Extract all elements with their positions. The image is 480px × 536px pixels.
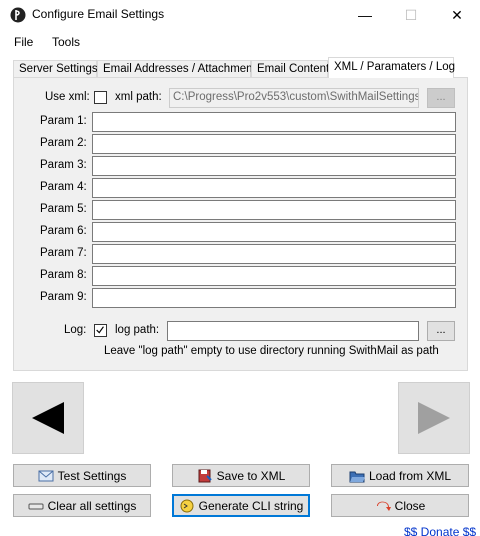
clear-all-settings-button[interactable]: Clear all settings [13,494,151,517]
log-label: Log: [64,324,87,336]
param-4-input[interactable] [92,178,456,198]
tab-server-settings[interactable]: Server Settings [13,60,98,78]
close-button[interactable]: Close [331,494,469,517]
title-bar: Configure Email Settings — ☐ ✕ [0,0,480,30]
tab-email-addresses[interactable]: Email Addresses / Attachment [97,60,256,78]
save-icon [198,469,212,482]
xml-params-log-panel: Use xml: xml path: C:\Progress\Pro2v553\… [13,77,468,371]
param-4-label: Param 4: [40,181,87,193]
log-browse-button[interactable]: ... [427,321,455,341]
cli-script-icon [180,499,194,512]
generate-cli-string-button[interactable]: Generate CLI string [172,494,310,517]
save-to-xml-label: Save to XML [216,468,286,483]
next-tab-button[interactable] [398,382,470,454]
param-1-input[interactable] [92,112,456,132]
param-1-label: Param 1: [40,115,87,127]
close-label: Close [394,498,426,513]
use-xml-checkbox[interactable] [94,91,107,104]
generate-cli-string-label: Generate CLI string [198,498,304,513]
maximize-button[interactable]: ☐ [388,0,434,30]
log-checkbox[interactable] [94,324,107,337]
menu-tools[interactable]: Tools [52,35,80,49]
load-from-xml-label: Load from XML [368,468,452,483]
param-2-input[interactable] [92,134,456,154]
param-8-label: Param 8: [40,269,87,281]
checkmark-icon [96,326,104,334]
param-7-label: Param 7: [40,247,87,259]
exit-icon [376,501,391,511]
log-path-input[interactable] [167,321,419,341]
log-path-label: log path: [115,324,160,336]
param-6-input[interactable] [92,222,456,242]
right-arrow-icon [418,402,450,434]
donate-link[interactable]: $$ Donate $$ [404,525,476,536]
param-5-label: Param 5: [40,203,87,215]
previous-tab-button[interactable] [12,382,84,454]
param-2-label: Param 2: [40,137,87,149]
left-arrow-icon [32,402,64,434]
close-window-button[interactable]: ✕ [434,0,480,30]
xml-browse-button[interactable]: ... [427,88,455,108]
param-9-input[interactable] [92,288,456,308]
tab-xml-params-log[interactable]: XML / Paramaters / Log [328,57,455,78]
param-3-input[interactable] [92,156,456,176]
param-9-label: Param 9: [40,291,87,303]
param-3-label: Param 3: [40,159,87,171]
menu-bar: File Tools [0,32,480,52]
app-logo-icon [10,7,26,23]
param-8-input[interactable] [92,266,456,286]
minimize-button[interactable]: — [342,0,388,30]
window-title: Configure Email Settings [32,7,165,21]
load-from-xml-button[interactable]: Load from XML [331,464,469,487]
eraser-icon [28,503,44,509]
menu-file[interactable]: File [14,35,33,49]
xml-path-input[interactable]: C:\Progress\Pro2v553\custom\SwithMailSet… [169,88,419,108]
clear-all-settings-label: Clear all settings [47,498,137,513]
use-xml-label: Use xml: [45,91,90,103]
tab-email-content[interactable]: Email Content [251,60,329,78]
test-settings-button[interactable]: Test Settings [13,464,151,487]
envelope-icon [38,470,54,481]
open-folder-icon [349,471,365,482]
tab-strip: Server Settings Email Addresses / Attach… [13,57,473,78]
xml-path-label: xml path: [115,91,162,103]
test-settings-label: Test Settings [57,468,127,483]
log-path-hint: Leave "log path" empty to use directory … [104,345,439,357]
param-7-input[interactable] [92,244,456,264]
param-5-input[interactable] [92,200,456,220]
param-6-label: Param 6: [40,225,87,237]
save-to-xml-button[interactable]: Save to XML [172,464,310,487]
